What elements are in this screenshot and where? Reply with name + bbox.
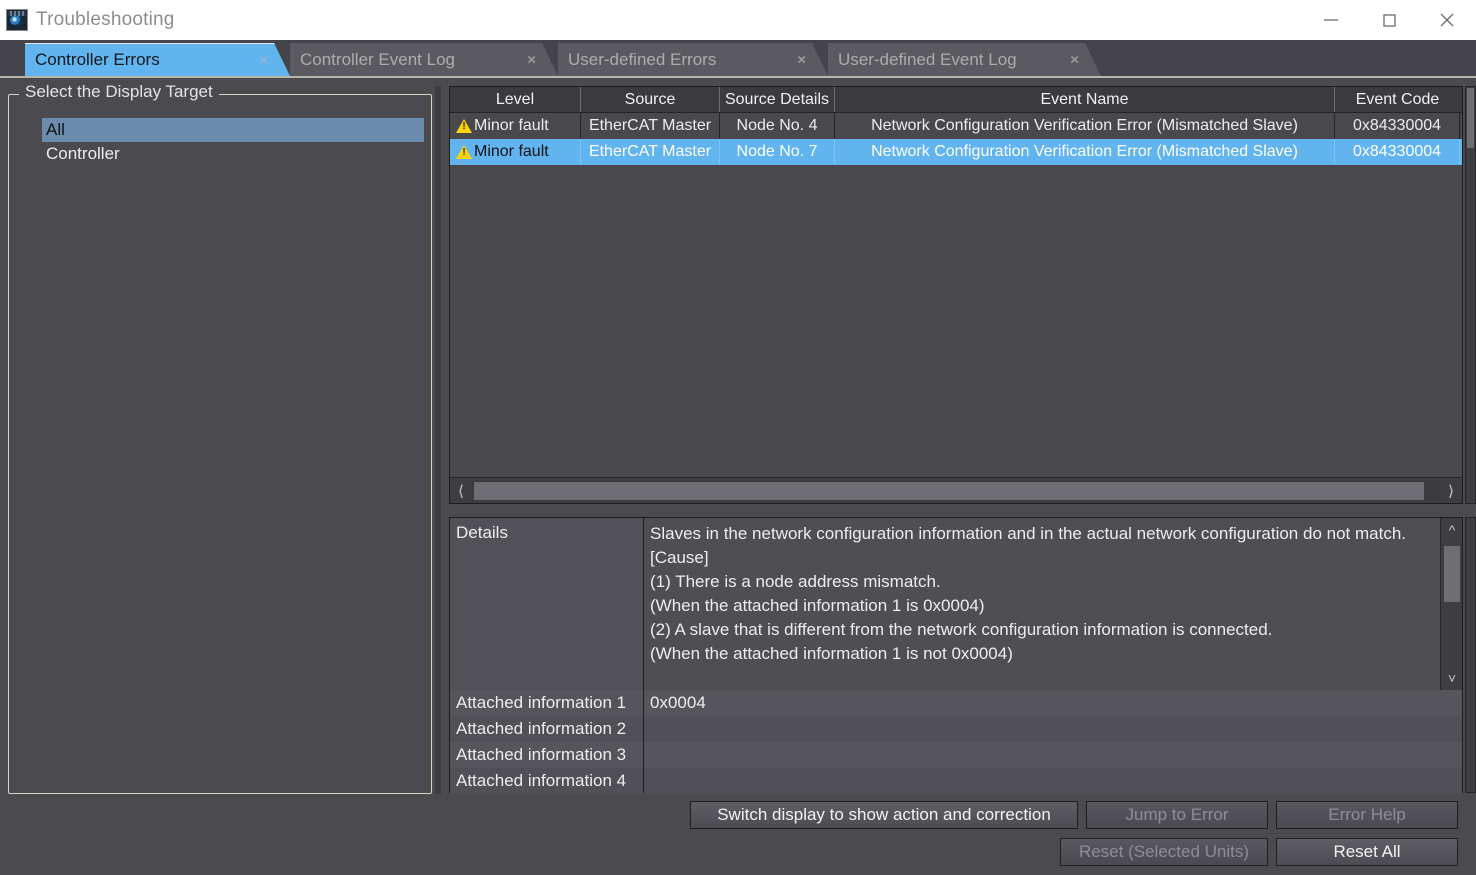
cell-source: EtherCAT Master <box>581 113 720 139</box>
window-controls <box>1302 0 1476 40</box>
tab-close-icon[interactable]: × <box>259 53 268 68</box>
app-icon <box>6 9 28 31</box>
attached-info-2-label: Attached information 2 <box>450 716 643 742</box>
scroll-left-icon[interactable]: ⟨ <box>450 479 472 503</box>
details-label: Details <box>450 518 643 690</box>
cell-source: EtherCAT Master <box>581 139 720 165</box>
attached-info-1-value: 0x0004 <box>644 690 1462 716</box>
details-vertical-scrollbar[interactable]: ^ ˅ <box>1440 518 1462 690</box>
tab-controller-errors[interactable]: Controller Errors × <box>25 43 290 76</box>
cell-event-name: Network Configuration Verification Error… <box>835 139 1335 165</box>
details-text-line: (When the attached information 1 is 0x00… <box>650 594 1434 618</box>
tab-user-defined-errors[interactable]: User-defined Errors × <box>558 43 828 76</box>
details-value-column: Slaves in the network configuration info… <box>644 518 1462 792</box>
column-header-level[interactable]: Level <box>450 87 581 112</box>
tab-close-icon[interactable]: × <box>527 52 536 67</box>
vscroll-thumb[interactable] <box>1467 88 1474 148</box>
tab-strip: Controller Errors × Controller Event Log… <box>0 40 1476 78</box>
column-header-source[interactable]: Source <box>581 87 720 112</box>
cell-source-details: Node No. 7 <box>720 139 835 165</box>
cell-level: Minor fault <box>450 113 581 139</box>
attached-info-3-label: Attached information 3 <box>450 742 643 768</box>
details-text-line: (When the attached information 1 is not … <box>650 642 1434 666</box>
cell-source-details: Node No. 4 <box>720 113 835 139</box>
window-title: Troubleshooting <box>36 9 175 31</box>
close-icon[interactable] <box>1418 0 1476 40</box>
reset-all-button[interactable]: Reset All <box>1276 838 1458 866</box>
attached-info-4-value <box>644 768 1462 794</box>
tab-close-icon[interactable]: × <box>1070 52 1079 67</box>
event-table-header: Level Source Source Details Event Name E… <box>450 87 1462 113</box>
details-text-line: [Cause] <box>650 546 1434 570</box>
details-edge-scrollbar[interactable] <box>1465 517 1476 793</box>
cell-level: Minor fault <box>450 139 581 165</box>
table-row[interactable]: Minor fault EtherCAT Master Node No. 4 N… <box>450 113 1462 139</box>
display-target-title: Select the Display Target <box>19 82 219 102</box>
event-table: Level Source Source Details Event Name E… <box>449 86 1463 504</box>
tab-user-defined-event-log[interactable]: User-defined Event Log × <box>828 43 1101 76</box>
cell-event-code: 0x84330004 <box>1335 113 1460 139</box>
display-target-item-all[interactable]: All <box>42 118 424 142</box>
table-horizontal-scrollbar[interactable]: ⟨ ⟩ <box>450 477 1462 503</box>
details-text-line: (2) A slave that is different from the n… <box>650 618 1434 642</box>
display-target-groupbox: Select the Display Target All Controller <box>8 94 432 794</box>
details-text-line: (1) There is a node address mismatch. <box>650 570 1434 594</box>
table-vertical-scrollbar[interactable] <box>1465 86 1476 504</box>
details-vscroll-thumb[interactable] <box>1444 546 1460 602</box>
minimize-icon[interactable] <box>1302 0 1360 40</box>
column-header-source-details[interactable]: Source Details <box>720 87 835 112</box>
switch-display-button[interactable]: Switch display to show action and correc… <box>690 801 1078 829</box>
cell-event-code: 0x84330004 <box>1335 139 1460 165</box>
panel-splitter[interactable] <box>435 86 441 794</box>
maximize-icon[interactable] <box>1360 0 1418 40</box>
hscroll-thumb[interactable] <box>474 482 1424 500</box>
details-text: Slaves in the network configuration info… <box>644 518 1462 690</box>
reset-selected-units-button[interactable]: Reset (Selected Units) <box>1060 838 1268 866</box>
scroll-down-icon[interactable]: ˅ <box>1441 666 1463 690</box>
attached-info-4-label: Attached information 4 <box>450 768 643 794</box>
details-label-column: Details Attached information 1 Attached … <box>450 518 644 792</box>
column-header-event-code[interactable]: Event Code <box>1335 87 1460 112</box>
warning-icon <box>456 145 472 159</box>
title-bar: Troubleshooting <box>0 0 1476 40</box>
table-row[interactable]: Minor fault EtherCAT Master Node No. 7 N… <box>450 139 1462 165</box>
column-header-event-name[interactable]: Event Name <box>835 87 1335 112</box>
scroll-right-icon[interactable]: ⟩ <box>1440 479 1462 503</box>
attached-info-2-value <box>644 716 1462 742</box>
tab-close-icon[interactable]: × <box>797 52 806 67</box>
display-target-list[interactable]: All Controller <box>42 118 424 166</box>
cell-event-name: Network Configuration Verification Error… <box>835 113 1335 139</box>
details-panel: Details Attached information 1 Attached … <box>449 517 1463 793</box>
display-target-item-controller[interactable]: Controller <box>42 142 424 166</box>
tab-controller-event-log[interactable]: Controller Event Log × <box>290 43 558 76</box>
attached-info-1-label: Attached information 1 <box>450 690 643 716</box>
details-text-line: Slaves in the network configuration info… <box>650 522 1434 546</box>
hscroll-track[interactable] <box>472 481 1440 501</box>
jump-to-error-button[interactable]: Jump to Error <box>1086 801 1268 829</box>
attached-info-3-value <box>644 742 1462 768</box>
scroll-up-icon[interactable]: ^ <box>1441 518 1463 542</box>
warning-icon <box>456 119 472 133</box>
error-help-button[interactable]: Error Help <box>1276 801 1458 829</box>
